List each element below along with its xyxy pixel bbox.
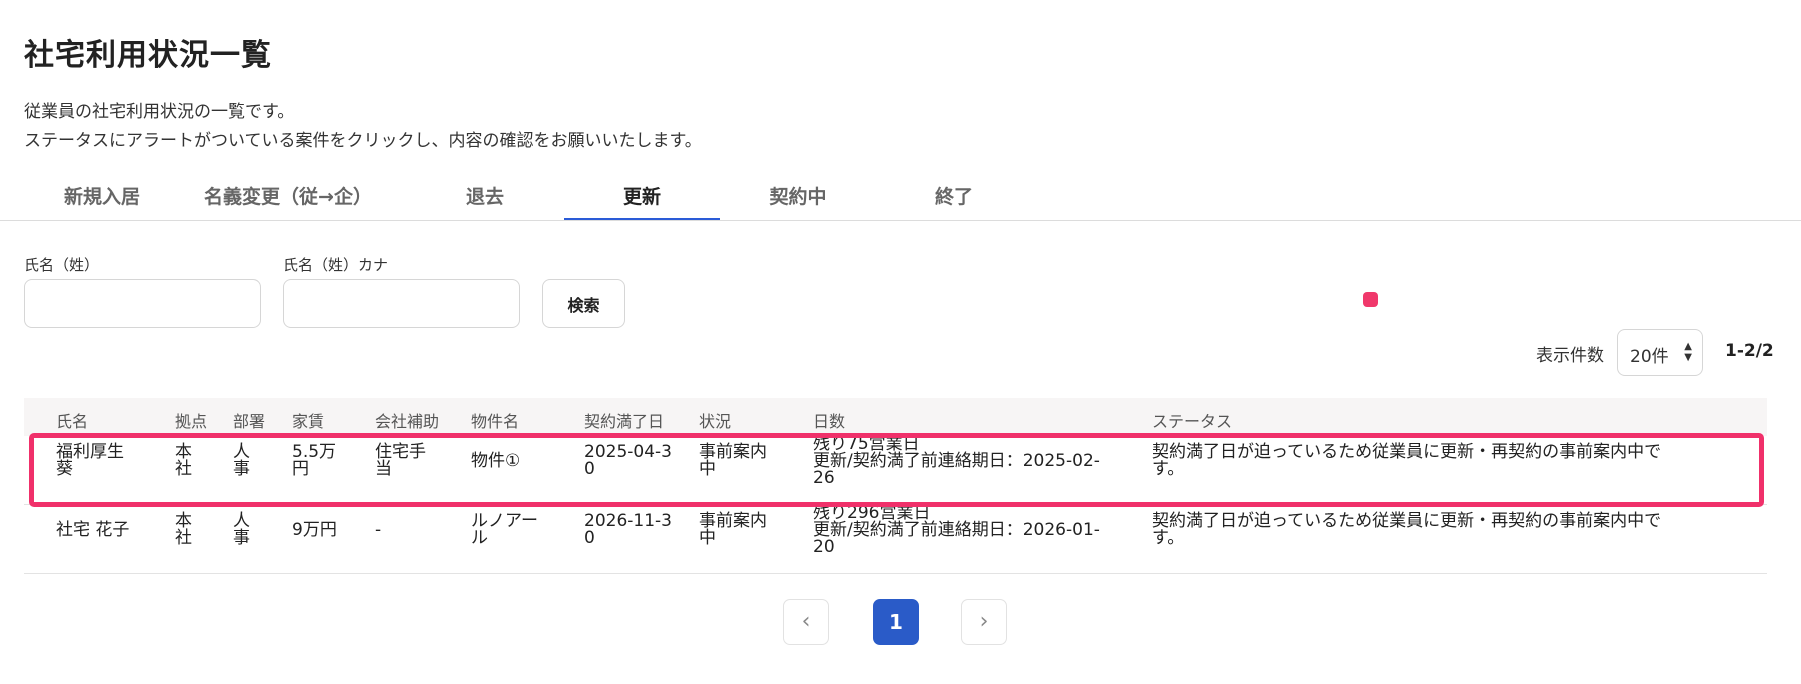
last-name-kana-input[interactable] — [283, 279, 520, 328]
cell-state: 事前案内中 — [699, 442, 767, 479]
select-arrows-icon: ▲ ▼ — [1684, 341, 1692, 363]
tab-under-contract[interactable]: 契約中 — [720, 178, 876, 219]
header-days: 日数 — [813, 412, 846, 431]
cell-base: 本社 — [175, 511, 192, 548]
per-page-value: 20件 — [1630, 347, 1669, 367]
header-subsidy: 会社補助 — [375, 412, 440, 431]
page-description: 従業員の社宅利用状況の一覧です。 ステータスにアラートがついている案件をクリック… — [24, 98, 702, 156]
cell-property: 物件① — [471, 451, 521, 471]
header-name: 氏名 — [56, 412, 89, 431]
tab-name-change[interactable]: 名義変更（従→企） — [190, 178, 386, 219]
header-department: 部署 — [233, 412, 266, 431]
description-line-2: ステータスにアラートがついている案件をクリックし、内容の確認をお願いいたします。 — [24, 131, 702, 151]
cell-rent: 5.5万円 — [292, 442, 337, 479]
cell-status: 契約満了日が迫っているため従業員に更新・再契約の事前案内中で す。 — [1152, 442, 1662, 479]
cell-name: 社宅 花子 — [56, 520, 130, 540]
cell-department: 人事 — [233, 511, 250, 548]
page-title: 社宅利用状況一覧 — [24, 38, 272, 73]
table-header: 氏名 拠点 部署 家賃 会社補助 物件名 契約満了日 状況 日数 ステータス — [24, 398, 1767, 436]
cell-subsidy: 住宅手当 — [375, 442, 426, 479]
page-1-button[interactable]: 1 — [873, 599, 919, 645]
header-expiry: 契約満了日 — [584, 412, 665, 431]
cell-expiry: 2026-11-3 0 — [584, 511, 672, 548]
prev-page-button[interactable]: ‹ — [783, 599, 829, 645]
header-base: 拠点 — [175, 412, 208, 431]
table-row[interactable]: 福利厚生葵 本社 人事 5.5万円 住宅手当 物件① 2025-04-3 0 事前… — [24, 436, 1767, 505]
last-name-label: 氏名（姓） — [24, 256, 100, 274]
description-line-1: 従業員の社宅利用状況の一覧です。 — [24, 102, 295, 122]
table-row[interactable]: 社宅 花子 本社 人事 9万円 - ルノアール 2026-11-3 0 事前案内中… — [24, 505, 1767, 574]
cell-subsidy: - — [375, 520, 382, 540]
status-tabs: 新規入居 名義変更（従→企） 退去 更新 契約中 終了 — [0, 178, 1801, 221]
header-state: 状況 — [699, 412, 732, 431]
search-button[interactable]: 検索 — [542, 279, 625, 328]
per-page-select[interactable]: 20件 ▲ ▼ — [1617, 329, 1703, 376]
cell-days: 残り75営業日 更新/契約満了前連絡期日：2025-02- 26 — [813, 434, 1100, 488]
cell-department: 人事 — [233, 442, 250, 479]
header-property: 物件名 — [471, 412, 520, 431]
tab-ended[interactable]: 終了 — [876, 178, 1032, 219]
cell-state: 事前案内中 — [699, 511, 767, 548]
cell-base: 本社 — [175, 442, 192, 479]
cell-status: 契約満了日が迫っているため従業員に更新・再契約の事前案内中で す。 — [1152, 511, 1662, 548]
last-name-input[interactable] — [24, 279, 261, 328]
header-rent: 家賃 — [292, 412, 325, 431]
cell-expiry: 2025-04-3 0 — [584, 442, 672, 479]
tab-renewal[interactable]: 更新 — [564, 178, 720, 220]
cell-property: ルノアール — [471, 511, 538, 548]
last-name-kana-label: 氏名（姓）カナ — [283, 256, 389, 274]
cell-name: 福利厚生葵 — [56, 442, 124, 479]
next-page-button[interactable]: › — [961, 599, 1007, 645]
cell-rent: 9万円 — [292, 520, 337, 540]
header-status: ステータス — [1152, 412, 1233, 431]
cell-days: 残り296営業日 更新/契約満了前連絡期日：2026-01- 20 — [813, 503, 1100, 557]
tab-new-move-in[interactable]: 新規入居 — [44, 178, 160, 219]
per-page-label: 表示件数 — [1536, 346, 1604, 366]
tab-move-out[interactable]: 退去 — [420, 178, 550, 219]
result-range: 1-2/2 — [1725, 341, 1774, 361]
alert-dot — [1363, 292, 1378, 307]
